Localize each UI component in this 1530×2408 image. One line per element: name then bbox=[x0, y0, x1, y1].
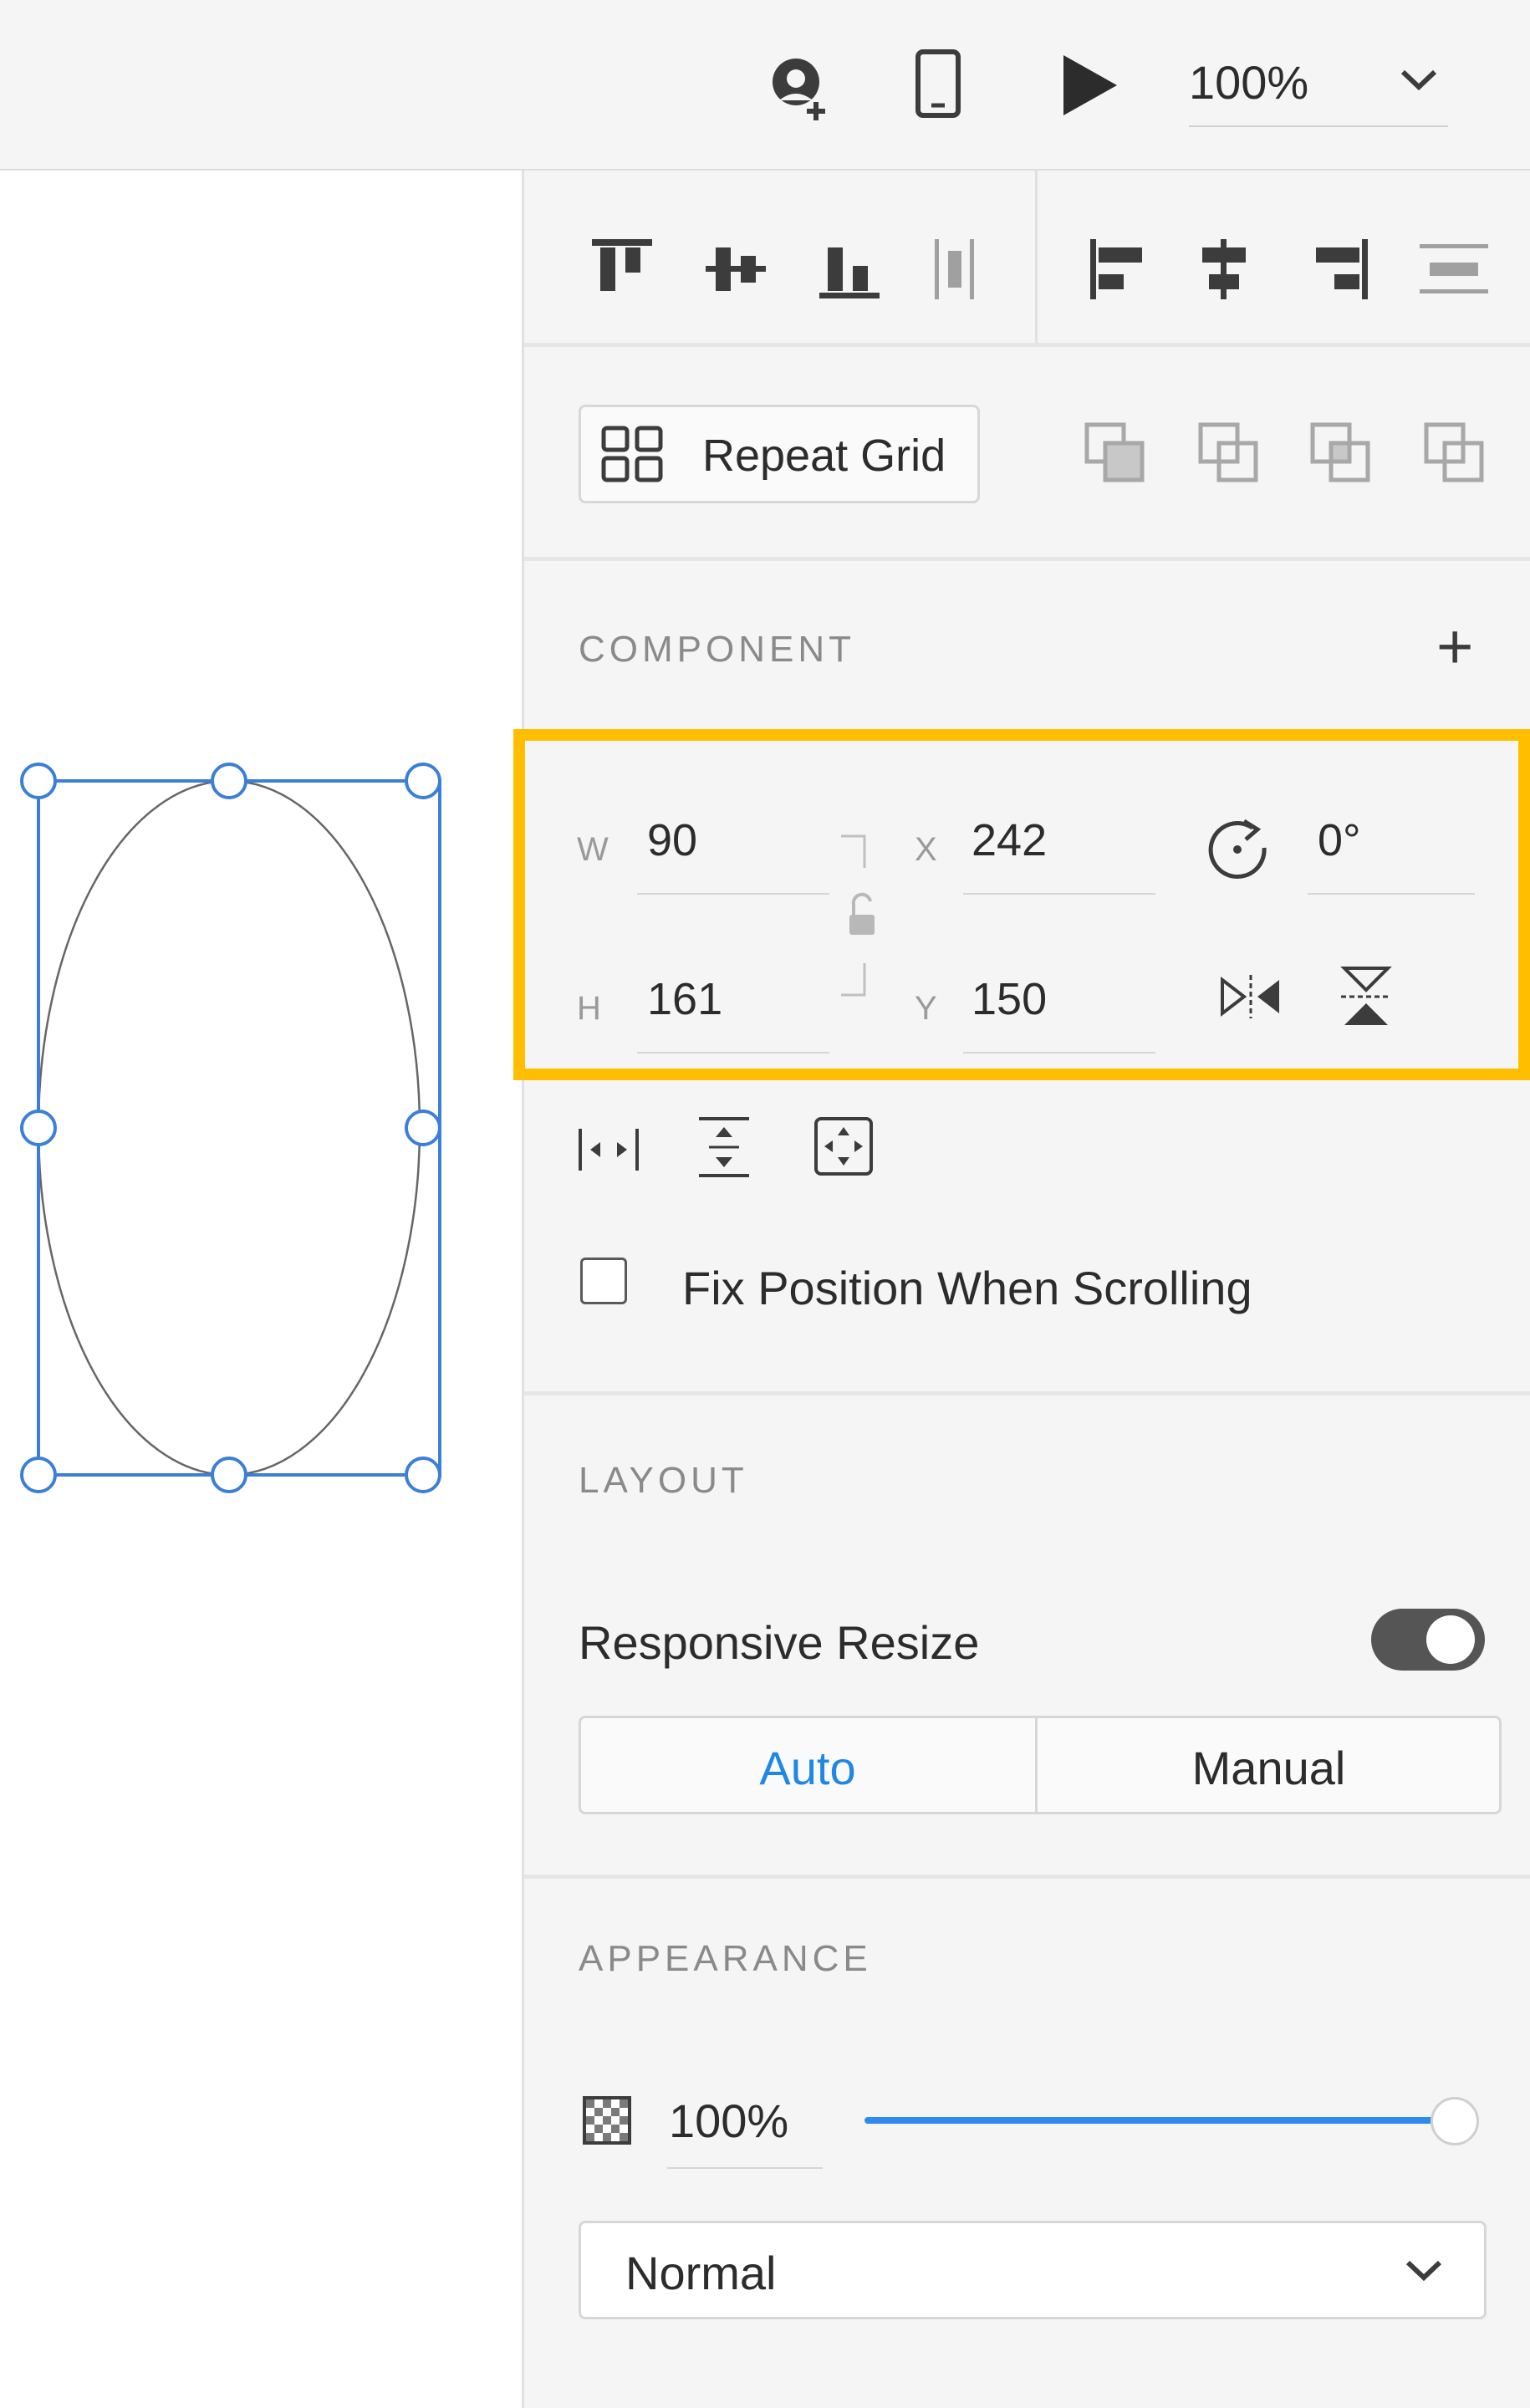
align-center-icon[interactable] bbox=[1191, 236, 1257, 303]
opacity-slider-knob[interactable] bbox=[1431, 2097, 1479, 2145]
section-divider bbox=[524, 1391, 1530, 1395]
align-middle-icon[interactable] bbox=[702, 236, 769, 303]
section-divider bbox=[524, 1875, 1530, 1879]
distribute-vertical-icon[interactable] bbox=[930, 236, 980, 303]
selected-ellipse[interactable] bbox=[17, 763, 451, 1498]
align-top-icon[interactable] bbox=[589, 236, 655, 303]
component-section-title: COMPONENT bbox=[579, 629, 855, 670]
add-component-button[interactable]: + bbox=[1436, 615, 1473, 679]
device-preview-icon[interactable] bbox=[915, 48, 961, 119]
subtract-boolean-icon[interactable] bbox=[1197, 421, 1262, 487]
section-divider bbox=[524, 557, 1530, 561]
fix-position-label: Fix Position When Scrolling bbox=[682, 1262, 1252, 1314]
layout-section-title: LAYOUT bbox=[579, 1460, 748, 1501]
zoom-underline bbox=[1189, 125, 1448, 127]
responsive-resize-label: Responsive Resize bbox=[579, 1616, 980, 1669]
transform-highlight-box bbox=[513, 729, 1530, 1080]
blend-mode-value: Normal bbox=[625, 2247, 777, 2299]
repeat-grid-label: Repeat Grid bbox=[702, 431, 946, 481]
chevron-down-icon[interactable] bbox=[1400, 67, 1438, 92]
align-bottom-icon[interactable] bbox=[816, 236, 883, 303]
fix-position-checkbox[interactable] bbox=[580, 1258, 627, 1304]
align-right-icon[interactable] bbox=[1304, 236, 1371, 303]
exclude-boolean-icon[interactable] bbox=[1423, 421, 1488, 487]
zoom-value[interactable]: 100% bbox=[1189, 55, 1308, 110]
play-icon[interactable] bbox=[1060, 52, 1120, 119]
align-left-icon[interactable] bbox=[1087, 236, 1154, 303]
repeat-grid-icon bbox=[600, 425, 664, 483]
opacity-field[interactable]: 100% bbox=[669, 2094, 788, 2148]
chevron-down-icon bbox=[1405, 2258, 1443, 2283]
fixed-width-icon[interactable] bbox=[575, 1120, 642, 1179]
add-boolean-icon[interactable] bbox=[1084, 421, 1149, 487]
appearance-section-title: APPEARANCE bbox=[579, 1938, 872, 1979]
opacity-field-underline bbox=[667, 2167, 823, 2169]
invite-user-icon[interactable] bbox=[762, 50, 838, 125]
fixed-height-icon[interactable] bbox=[691, 1114, 757, 1181]
opacity-slider-track[interactable] bbox=[864, 2117, 1455, 2124]
opacity-icon bbox=[582, 2095, 632, 2145]
section-divider bbox=[524, 343, 1530, 347]
align-divider bbox=[1035, 171, 1038, 343]
resize-manual-option[interactable]: Manual bbox=[1038, 1741, 1500, 1795]
toggle-knob bbox=[1426, 1615, 1475, 1664]
intersect-boolean-icon[interactable] bbox=[1309, 421, 1374, 487]
pin-constraints-icon[interactable] bbox=[811, 1114, 878, 1181]
resize-auto-option[interactable]: Auto bbox=[580, 1741, 1035, 1795]
distribute-horizontal-icon[interactable] bbox=[1416, 236, 1492, 303]
